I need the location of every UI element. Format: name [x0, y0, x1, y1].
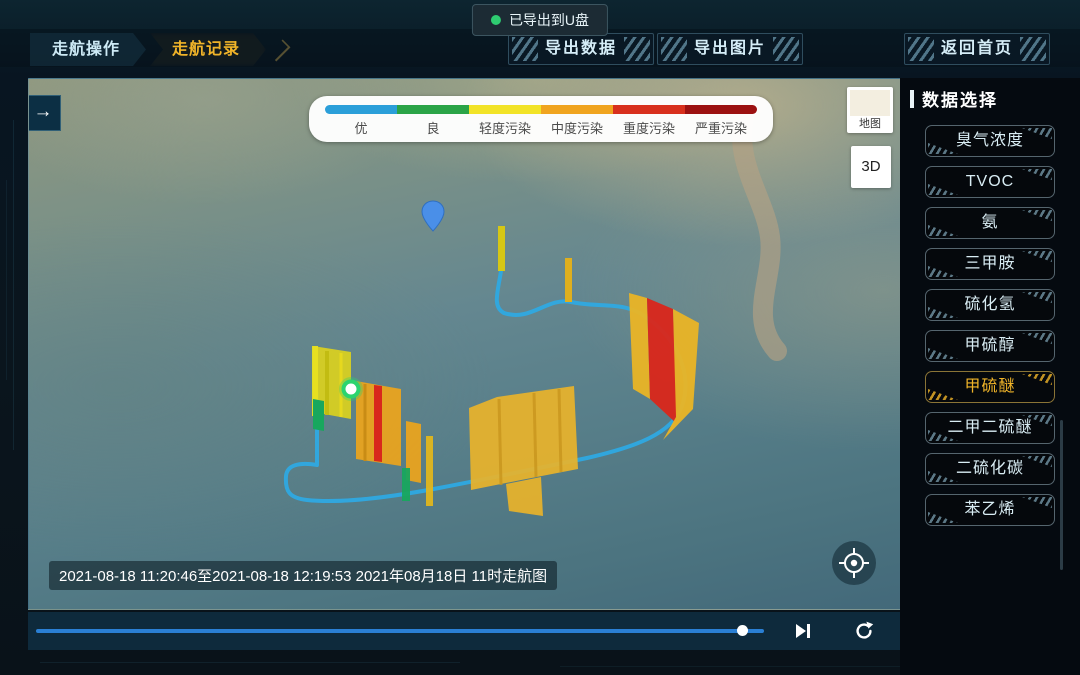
frame-circuit-line — [40, 662, 460, 663]
pollution-curtain-right — [629, 293, 699, 440]
pollution-curtain-middle — [469, 386, 578, 516]
legend-label: 中度污染 — [541, 118, 613, 137]
sidebar-header: 数据选择 — [910, 86, 1080, 111]
legend-swatch — [685, 105, 757, 114]
legend-label: 重度污染 — [613, 118, 685, 137]
sidebar-item-ammonia[interactable]: 氨 — [925, 207, 1055, 239]
toast-message: 已导出到U盘 — [509, 10, 589, 30]
pollution-route-layer — [29, 79, 901, 609]
pollution-curtain-left — [312, 346, 433, 506]
frame-circuit-line — [13, 120, 14, 450]
playback-bar — [28, 612, 900, 650]
legend-swatch — [469, 105, 541, 114]
basemap-toggle-button[interactable]: 地图 — [847, 87, 893, 133]
refresh-icon — [854, 621, 874, 641]
map-canvas[interactable]: → 优 良 轻度污染 中度污染 重度污染 严重污染 地图 3D 2021-08-… — [28, 78, 902, 610]
header-accent-bar — [910, 90, 914, 108]
frame-circuit-line — [6, 180, 7, 380]
legend-label: 优 — [325, 118, 397, 137]
arrow-right-icon: → — [34, 101, 53, 122]
sidebar-scrollbar[interactable] — [1060, 420, 1063, 570]
success-dot-icon — [491, 15, 501, 25]
chevron-right-icon — [269, 40, 291, 62]
sidebar-item-odor-concentration[interactable]: 臭气浓度 — [925, 125, 1055, 157]
refresh-button[interactable] — [854, 621, 874, 641]
sidebar-item-trimethylamine[interactable]: 三甲胺 — [925, 248, 1055, 280]
legend-swatch — [613, 105, 685, 114]
data-selection-sidebar: 数据选择 臭气浓度 TVOC 氨 三甲胺 硫化氢 甲硫醇 甲硫醚 二甲二硫醚 二… — [900, 78, 1080, 675]
legend-label: 轻度污染 — [469, 118, 541, 137]
legend-swatch — [541, 105, 613, 114]
nav-tabs: 走航操作 走航记录 — [30, 33, 285, 66]
pollution-bar — [565, 258, 572, 302]
sidebar-item-carbon-disulfide[interactable]: 二硫化碳 — [925, 453, 1055, 485]
skip-to-end-button[interactable] — [794, 623, 812, 639]
basemap-label: 地图 — [847, 115, 893, 131]
legend-labels: 优 良 轻度污染 中度污染 重度污染 严重污染 — [325, 118, 757, 137]
panel-expand-button[interactable]: → — [28, 95, 61, 131]
export-data-button[interactable]: 导出数据 — [508, 33, 654, 65]
sidebar-title: 数据选择 — [922, 86, 998, 111]
frame-circuit-line — [560, 666, 940, 667]
crosshair-icon — [837, 546, 871, 580]
sidebar-item-methyl-sulfide[interactable]: 甲硫醚 — [925, 371, 1055, 403]
tab-cruise-operation[interactable]: 走航操作 — [30, 33, 146, 66]
export-toast: 已导出到U盘 — [472, 4, 608, 36]
aqi-legend: 优 良 轻度污染 中度污染 重度污染 严重污染 — [309, 96, 773, 142]
playback-slider-knob[interactable] — [737, 625, 748, 636]
mode-3d-button[interactable]: 3D — [851, 146, 891, 188]
route-timestamp-label: 2021-08-18 11:20:46至2021-08-18 12:19:53 … — [49, 561, 557, 590]
sidebar-item-methyl-mercaptan[interactable]: 甲硫醇 — [925, 330, 1055, 362]
pollution-bar — [498, 226, 505, 271]
legend-swatch — [325, 105, 397, 114]
locate-compass-button[interactable] — [832, 541, 876, 585]
sidebar-item-dimethyl-disulfide[interactable]: 二甲二硫醚 — [925, 412, 1055, 444]
skip-to-end-icon — [794, 623, 812, 639]
export-image-button[interactable]: 导出图片 — [657, 33, 803, 65]
sidebar-item-tvoc[interactable]: TVOC — [925, 166, 1055, 198]
playback-slider[interactable] — [36, 629, 764, 633]
legend-color-bar — [325, 105, 757, 114]
map-pin-icon — [422, 201, 444, 231]
tab-cruise-record[interactable]: 走航记录 — [150, 33, 266, 66]
sidebar-item-hydrogen-sulfide[interactable]: 硫化氢 — [925, 289, 1055, 321]
legend-swatch — [397, 105, 469, 114]
current-position-marker — [339, 377, 363, 401]
return-home-button[interactable]: 返回首页 — [904, 33, 1050, 65]
legend-label: 良 — [397, 118, 469, 137]
basemap-thumbnail — [850, 90, 890, 116]
legend-label: 严重污染 — [685, 118, 757, 137]
sidebar-item-styrene[interactable]: 苯乙烯 — [925, 494, 1055, 526]
